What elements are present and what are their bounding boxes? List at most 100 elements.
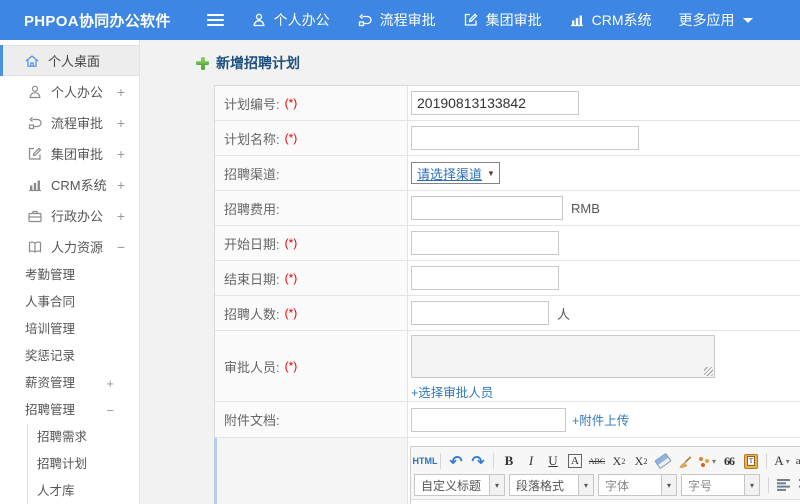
blockquote-button[interactable]: 66	[719, 451, 739, 471]
expand-icon[interactable]: +	[106, 370, 114, 397]
channel-select[interactable]: 请选择渠道 ▼	[411, 162, 500, 184]
plan-name-input[interactable]	[411, 126, 639, 150]
italic-button[interactable]: I	[521, 451, 541, 471]
sidebar-item-recruit-plan[interactable]: 招聘计划	[28, 451, 139, 478]
sidebar-item-admin-office[interactable]: 行政办公 +	[0, 200, 139, 231]
expand-icon[interactable]: +	[117, 177, 125, 193]
form-row-plan-name: 计划名称: (*)	[215, 121, 800, 156]
sidebar-item-label: CRM系统	[51, 178, 107, 193]
nav-item-label: 流程审批	[379, 12, 436, 28]
nav-item-workflow-approval[interactable]: 流程审批	[357, 10, 436, 30]
main-content: 新增招聘计划 计划编号: (*) 计划名称: (*) 招聘渠道:	[141, 40, 800, 504]
font-family-dropdown[interactable]: 字体 ▾	[598, 474, 677, 496]
align-left-button[interactable]	[774, 475, 794, 495]
align-left-icon	[777, 479, 790, 491]
sidebar-item-personal-office[interactable]: 个人办公 +	[0, 76, 139, 107]
form-row-start-date: 开始日期: (*)	[215, 226, 800, 261]
sidebar-item-recruit-mgmt[interactable]: 招聘管理 −	[0, 397, 139, 424]
edit-icon	[463, 12, 479, 28]
headcount-input[interactable]	[411, 301, 549, 325]
caret-down-icon	[742, 17, 753, 23]
book-icon	[27, 239, 43, 255]
sidebar-item-label: 个人桌面	[48, 54, 101, 69]
sidebar-item-label: 流程审批	[51, 116, 104, 131]
approvers-textarea[interactable]	[411, 335, 715, 378]
font-border-button[interactable]: A	[565, 451, 585, 471]
undo-button[interactable]: ↶	[446, 451, 466, 471]
strikethrough-button[interactable]: ABC	[587, 451, 607, 471]
fee-input[interactable]	[411, 196, 563, 220]
recruit-submenu: 招聘需求 招聘计划 人才库	[27, 424, 139, 504]
flow-icon	[27, 115, 43, 131]
form-row-headcount: 招聘人数: (*) 人	[215, 296, 800, 331]
expand-icon[interactable]: +	[117, 115, 125, 131]
start-date-input[interactable]	[411, 231, 559, 255]
editor-content-area[interactable]	[411, 500, 800, 504]
page-title-text: 新增招聘计划	[216, 55, 300, 71]
resize-grip-icon[interactable]	[704, 367, 713, 376]
font-size-dropdown[interactable]: 字号 ▾	[681, 474, 760, 496]
underline-button[interactable]: U	[543, 451, 563, 471]
sidebar-item-crm[interactable]: CRM系统 +	[0, 169, 139, 200]
remove-format-button[interactable]	[653, 451, 673, 471]
bold-button[interactable]: B	[499, 451, 519, 471]
sidebar-item-hr-contract[interactable]: 人事合同	[0, 289, 139, 316]
field-label: 招聘费用:	[224, 201, 280, 217]
briefcase-icon	[27, 208, 43, 224]
expand-icon[interactable]: +	[117, 146, 125, 162]
nav-item-crm[interactable]: CRM系统	[569, 10, 652, 30]
subscript-button[interactable]: X2	[631, 451, 651, 471]
collapse-icon[interactable]: −	[117, 239, 125, 255]
sidebar-item-training[interactable]: 培训管理	[0, 316, 139, 343]
sidebar-item-workflow-approval[interactable]: 流程审批 +	[0, 107, 139, 138]
form-row-end-date: 结束日期: (*)	[215, 261, 800, 296]
editor-toolbar: HTML ↶ ↷ B I U A ABC X2 X 2 ▾ 66 T A ▾ a…	[411, 447, 800, 500]
nav-item-label: CRM系统	[591, 12, 652, 28]
sidebar-item-desktop[interactable]: 个人桌面	[0, 45, 139, 76]
font-color-button[interactable]: A ▾	[772, 451, 792, 471]
form-row-channel: 招聘渠道: 请选择渠道 ▼	[215, 156, 800, 191]
sidebar-item-rewards[interactable]: 奖惩记录	[0, 343, 139, 370]
align-center-button[interactable]	[796, 475, 800, 495]
collapse-icon[interactable]: −	[106, 397, 114, 424]
home-icon	[24, 53, 40, 69]
format-brush-button[interactable]	[675, 451, 695, 471]
custom-title-dropdown[interactable]: 自定义标题 ▾	[414, 474, 505, 496]
nav-item-more-apps[interactable]: 更多应用	[679, 10, 753, 30]
sidebar-item-label: 集团审批	[51, 147, 104, 162]
end-date-input[interactable]	[411, 266, 559, 290]
required-marker: (*)	[284, 96, 298, 110]
menu-icon[interactable]	[206, 14, 224, 26]
sidebar-item-label: 行政办公	[51, 209, 104, 224]
background-color-button[interactable]: ab▾	[794, 451, 800, 471]
auto-typeset-button[interactable]: ▾	[697, 451, 717, 471]
form-row-approvers: 审批人员: (*) +选择审批人员	[215, 331, 800, 402]
sidebar-item-hr[interactable]: 人力资源 −	[0, 231, 139, 262]
sidebar: 个人桌面 个人办公 + 流程审批 + 集团审批 + CRM系统 + 行政办公 +…	[0, 40, 140, 504]
select-approvers-link[interactable]: +选择审批人员	[411, 382, 493, 401]
eraser-icon	[654, 452, 672, 470]
paragraph-format-dropdown[interactable]: 段落格式 ▾	[509, 474, 594, 496]
sidebar-item-salary[interactable]: 薪资管理 +	[0, 370, 139, 397]
attachment-input[interactable]	[411, 407, 566, 432]
nav-item-personal-office[interactable]: 个人办公	[251, 10, 330, 30]
sidebar-item-group-approval[interactable]: 集团审批 +	[0, 138, 139, 169]
redo-button[interactable]: ↷	[468, 451, 488, 471]
superscript-button[interactable]: X2	[609, 451, 629, 471]
required-marker: (*)	[284, 359, 298, 373]
form-row-fee: 招聘费用: RMB	[215, 191, 800, 226]
paste-text-button[interactable]: T	[741, 451, 761, 471]
attachment-upload-link[interactable]: +附件上传	[572, 410, 629, 429]
nav-item-group-approval[interactable]: 集团审批	[463, 10, 542, 30]
plan-number-input[interactable]	[411, 91, 579, 115]
sidebar-item-recruit-demand[interactable]: 招聘需求	[28, 424, 139, 451]
expand-icon[interactable]: +	[117, 208, 125, 224]
sidebar-item-talent-pool[interactable]: 人才库	[28, 478, 139, 504]
nav-item-label: 集团审批	[485, 12, 542, 28]
source-code-button[interactable]: HTML	[413, 451, 438, 471]
sidebar-item-attendance[interactable]: 考勤管理	[0, 262, 139, 289]
field-label: 审批人员:	[224, 359, 280, 375]
required-marker: (*)	[284, 306, 298, 320]
required-marker: (*)	[284, 131, 298, 145]
expand-icon[interactable]: +	[117, 84, 125, 100]
